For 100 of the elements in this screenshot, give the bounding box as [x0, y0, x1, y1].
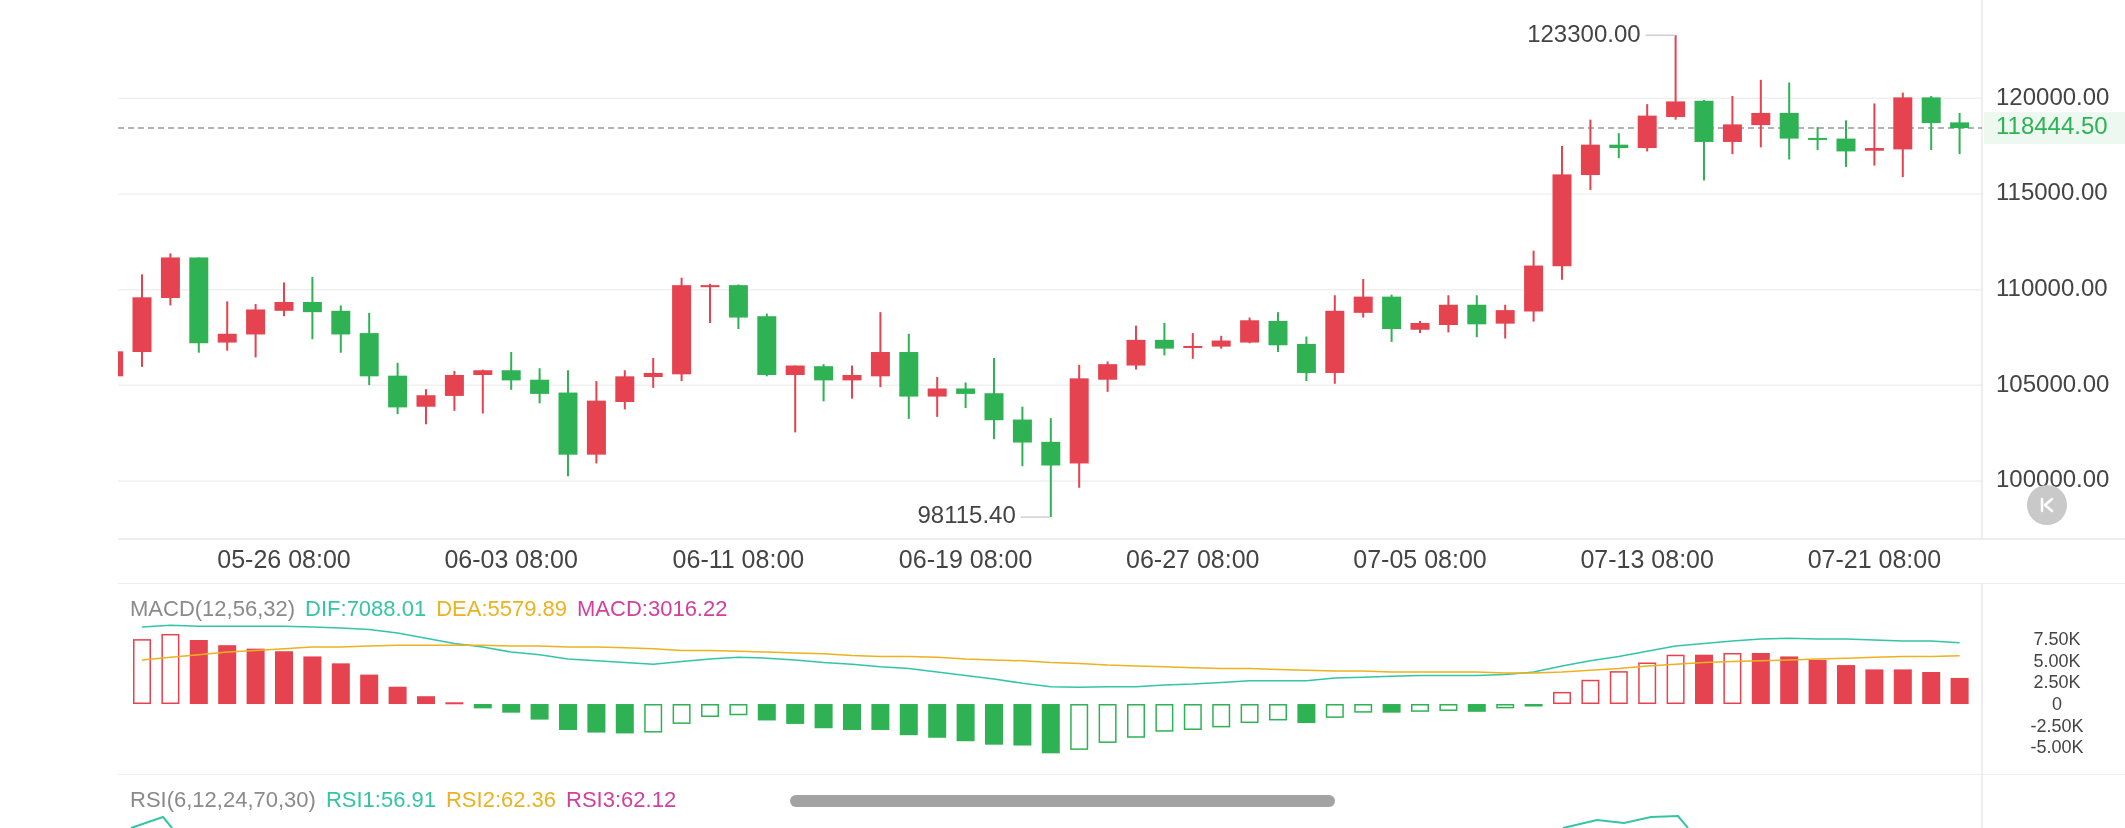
- candlestick: [1353, 279, 1373, 318]
- jump-button[interactable]: [2027, 485, 2067, 525]
- candlestick: [388, 362, 408, 415]
- histogram-bar: [1269, 704, 1287, 721]
- date-label: 07-13 08:00: [1580, 544, 1714, 573]
- candlestick: [1154, 323, 1174, 356]
- date-label: 07-21 08:00: [1807, 544, 1942, 573]
- histogram-bar: [1553, 691, 1571, 704]
- candlestick: [1012, 406, 1032, 467]
- candlestick: [1183, 333, 1203, 359]
- candlestick: [1808, 127, 1828, 151]
- axis-label: 115000.00: [1996, 178, 2108, 206]
- histogram-bar: [1893, 669, 1912, 704]
- histogram-bar: [1041, 704, 1060, 754]
- histogram-bar: [1013, 704, 1032, 746]
- leader-line: [1020, 516, 1051, 518]
- histogram-bar: [615, 704, 634, 734]
- candlestick: [1950, 112, 1970, 155]
- histogram-bar: [729, 704, 748, 716]
- candlestick: [530, 368, 550, 404]
- low-price-label: 98115.40: [917, 501, 1016, 529]
- histogram-bar: [1524, 704, 1543, 707]
- histogram-bar: [417, 696, 435, 704]
- candlestick: [700, 283, 720, 323]
- candlestick: [728, 284, 748, 330]
- histogram-bar: [871, 704, 890, 730]
- histogram-bar: [530, 704, 549, 720]
- date-label: 06-19 08:00: [898, 544, 1033, 573]
- histogram-bar: [1496, 704, 1515, 709]
- indicator-value: DIF:7088.01: [305, 596, 427, 622]
- histogram-bar: [1354, 704, 1373, 713]
- histogram-bar: [786, 704, 805, 724]
- candlestick: [1864, 103, 1884, 166]
- histogram-bar: [985, 704, 1003, 745]
- histogram-bar: [473, 704, 492, 709]
- histogram-bar: [275, 651, 293, 704]
- histogram-bar: [1127, 704, 1145, 738]
- histogram-bar: [1780, 656, 1799, 704]
- histogram-bar: [644, 704, 663, 733]
- histogram-bar: [445, 702, 464, 705]
- candlestick: [814, 364, 834, 402]
- candlestick: [842, 365, 862, 399]
- histogram-bar: [928, 704, 947, 738]
- histogram-bar: [1240, 704, 1259, 724]
- histogram-bar: [1411, 704, 1429, 712]
- candlestick: [1296, 336, 1316, 382]
- candlestick: [1268, 312, 1288, 352]
- histogram-bar: [1837, 665, 1855, 704]
- histogram-bar: [814, 704, 833, 729]
- histogram-bar: [757, 704, 776, 721]
- indicator-value: DEA:5579.89: [436, 596, 568, 622]
- histogram-bar: [843, 704, 861, 730]
- last-price-tag: 118444.50: [1984, 112, 2125, 145]
- axis-label: -5.00K: [2030, 737, 2084, 758]
- candlestick: [160, 253, 180, 306]
- candlestick: [1211, 335, 1231, 349]
- candlestick: [1836, 120, 1856, 167]
- histogram-bar: [1865, 669, 1884, 704]
- histogram-bar: [559, 704, 577, 730]
- candlestick: [1921, 96, 1941, 151]
- histogram-bar: [1638, 662, 1657, 704]
- candlestick: [1410, 320, 1430, 334]
- candlestick: [1751, 79, 1771, 148]
- candlestick: [1240, 317, 1260, 344]
- candlestick: [1495, 304, 1515, 339]
- axis-label: 0: [2052, 694, 2062, 714]
- candlestick: [246, 304, 266, 358]
- scrollbar-thumb[interactable]: [790, 795, 1335, 807]
- indicator-value: MACD:3016.22: [577, 596, 728, 622]
- candlestick: [956, 382, 976, 409]
- histogram-bar: [1695, 654, 1713, 704]
- candlestick: [1382, 294, 1402, 342]
- histogram-bar: [502, 704, 521, 713]
- histogram-bar: [1808, 659, 1827, 704]
- histogram-bar: [1098, 704, 1117, 743]
- histogram-bar: [701, 704, 719, 717]
- histogram-bar: [1666, 654, 1685, 704]
- histogram-bar: [1297, 704, 1316, 724]
- histogram-bar: [1581, 679, 1600, 704]
- histogram-bar: [956, 704, 975, 742]
- histogram-bar: [1723, 653, 1742, 704]
- high-price-label: 123300.00: [1527, 19, 1641, 47]
- axis-label: -2.50K: [2030, 715, 2084, 736]
- histogram-bar: [1212, 704, 1231, 728]
- date-label: 06-27 08:00: [1126, 544, 1260, 573]
- candlestick: [1438, 295, 1458, 333]
- candlestick: [501, 352, 521, 390]
- candlestick: [1637, 104, 1657, 152]
- candlestick: [1722, 96, 1742, 155]
- axis-label: 105000.00: [1996, 369, 2110, 397]
- histogram-bar: [1950, 677, 1969, 704]
- candlestick: [1098, 361, 1118, 392]
- date-label: 05-26 08:00: [217, 544, 351, 573]
- candlestick: [1609, 133, 1629, 159]
- histogram-bar: [1155, 704, 1174, 732]
- histogram-bar: [1183, 704, 1202, 730]
- candlestick: [927, 377, 947, 417]
- candlestick: [785, 365, 805, 433]
- indicator-title: RSI(6,12,24,70,30): [130, 787, 316, 813]
- histogram-bar: [218, 645, 237, 704]
